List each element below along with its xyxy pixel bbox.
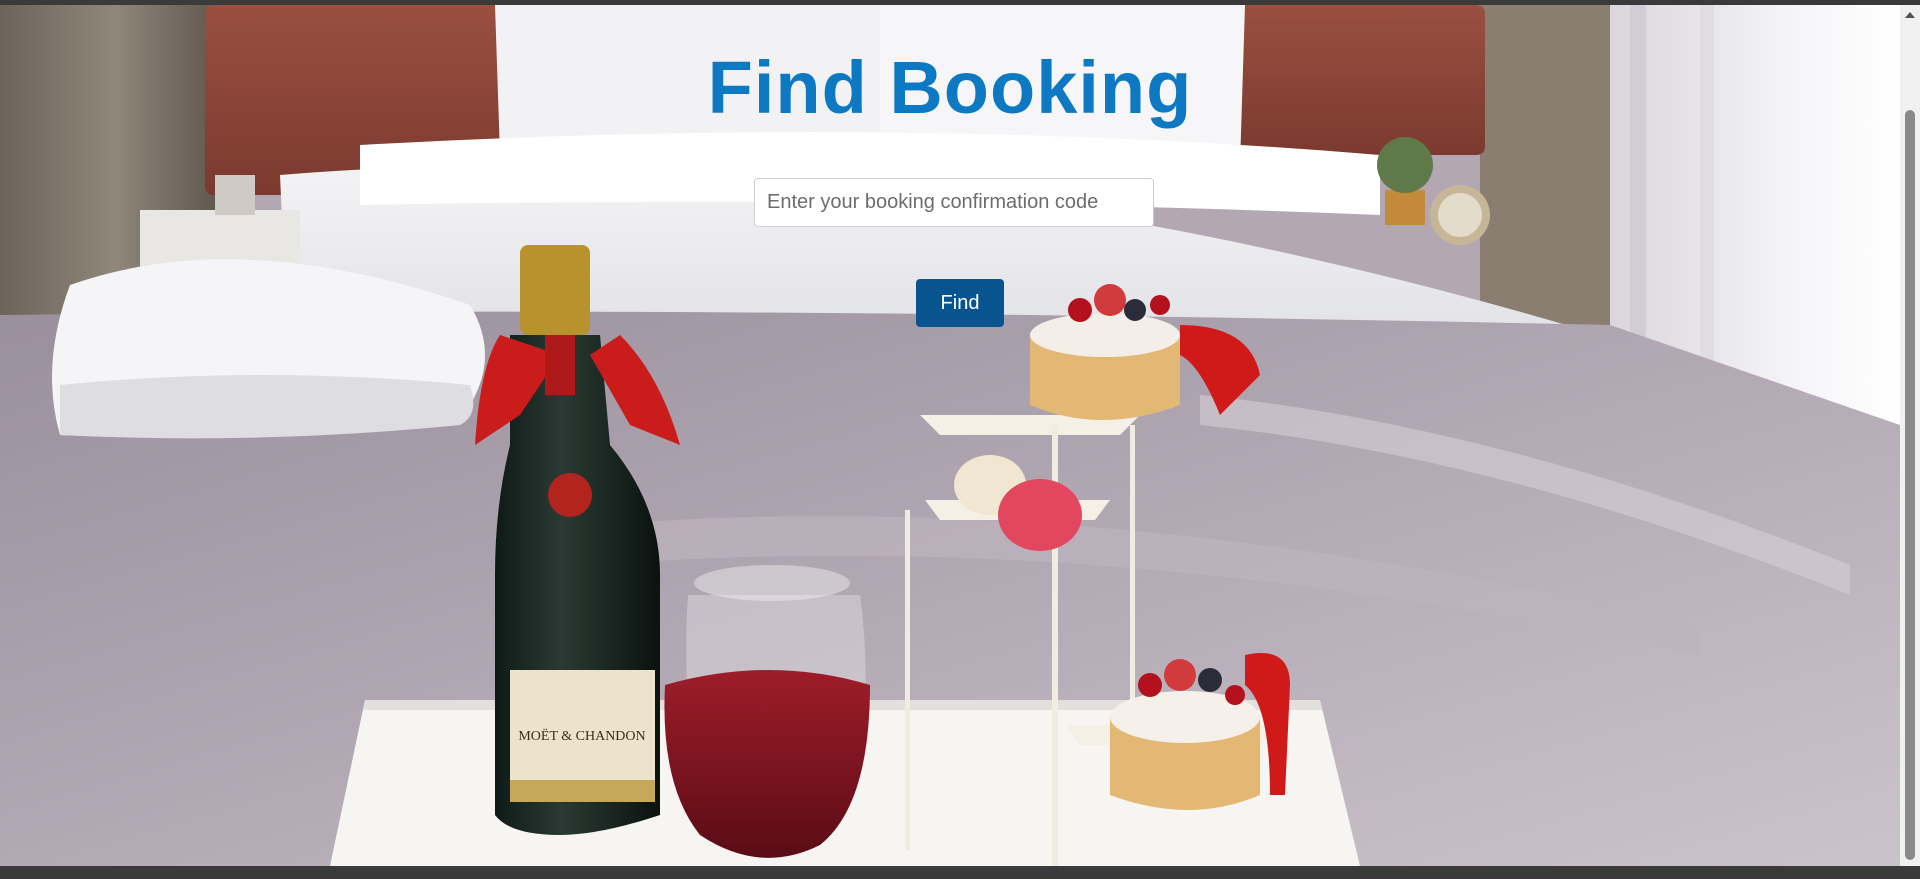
find-button[interactable]: Find [916, 279, 1004, 327]
browser-viewport: MOËT & CHANDON Find Booking Enter your b… [0, 0, 1920, 879]
scroll-up-arrow-icon[interactable] [1900, 5, 1920, 25]
vertical-scrollbar[interactable] [1900, 5, 1920, 866]
window-bottom-border [0, 866, 1920, 879]
scrollbar-thumb[interactable] [1905, 110, 1915, 860]
booking-code-input[interactable] [754, 178, 1154, 227]
hero-section: MOËT & CHANDON Find Booking Enter your b… [0, 5, 1900, 866]
bottle-label-text: MOËT & CHANDON [518, 727, 645, 744]
hotel-room-background-image: MOËT & CHANDON [0, 5, 1900, 866]
page-title: Find Booking [707, 46, 1193, 129]
